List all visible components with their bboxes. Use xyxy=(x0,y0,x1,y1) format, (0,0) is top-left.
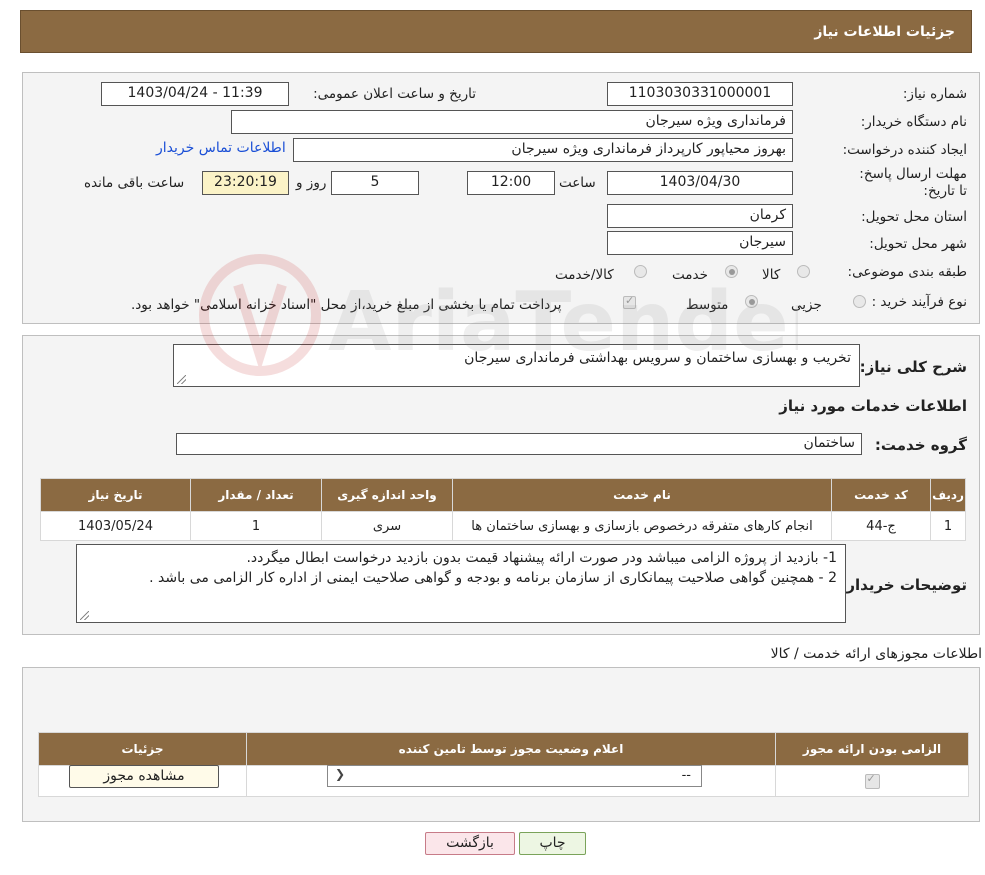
process-type-label: نوع فرآیند خرید : xyxy=(871,294,967,310)
category-option-both-label: کالا/خدمت xyxy=(555,267,614,283)
deadline-time-label: ساعت xyxy=(559,175,596,191)
category-option-goods-radio[interactable] xyxy=(797,265,810,278)
category-label: طبقه بندی موضوعی: xyxy=(847,264,967,280)
creator-label: ایجاد کننده درخواست: xyxy=(842,142,967,158)
buyer-note-line-1: 1- بازدید از پروژه الزامی میباشد ودر صور… xyxy=(246,550,837,566)
process-option-medium-label: متوسط xyxy=(686,297,729,313)
page-title: جزئیات اطلاعات نیاز xyxy=(814,24,955,40)
table-row: 1 ج-44 انجام کارهای متفرقه درخصوص بازساز… xyxy=(40,511,966,541)
col-service-code: کد خدمت xyxy=(831,478,931,512)
remaining-time-label: ساعت باقی مانده xyxy=(84,175,185,191)
cell-service-name: انجام کارهای متفرقه درخصوص بازسازی و بهس… xyxy=(452,511,832,541)
description-text: تخریب و بهسازی ساختمان و سرویس بهداشتی ف… xyxy=(464,350,851,366)
print-button[interactable]: چاپ xyxy=(519,832,586,855)
chevron-down-icon: ❯ xyxy=(335,767,346,781)
deadline-date-field: 1403/04/30 xyxy=(607,171,793,195)
deadline-time-field: 12:00 xyxy=(467,171,555,195)
deadline-label-text: مهلت ارسال پاسخ: تا تاریخ: xyxy=(859,166,967,199)
province-label: استان محل تحویل: xyxy=(861,209,967,225)
buyer-org-field: فرمانداری ویژه سیرجان xyxy=(231,110,793,134)
announce-date-field: 1403/04/24 - 11:39 xyxy=(101,82,289,106)
buyer-notes-label: توضیحات خریدار: xyxy=(840,576,967,594)
cell-unit: سری xyxy=(321,511,453,541)
process-option-minor-label: جزیی xyxy=(791,297,822,313)
city-field: سیرجان xyxy=(607,231,793,255)
description-textarea[interactable]: تخریب و بهسازی ساختمان و سرویس بهداشتی ف… xyxy=(173,344,860,387)
back-button[interactable]: بازگشت xyxy=(425,832,515,855)
days-label: روز و xyxy=(296,175,327,191)
cell-need-date: 1403/05/24 xyxy=(40,511,191,541)
province-field: کرمان xyxy=(607,204,793,228)
treasury-payment-checkbox[interactable] xyxy=(623,294,636,309)
payment-note: پرداخت تمام یا بخشی از مبلغ خرید،از محل … xyxy=(131,297,562,313)
description-label: شرح کلی نیاز: xyxy=(859,358,967,376)
licenses-table-header: الزامی بودن ارائه مجوز اعلام وضعیت مجوز … xyxy=(38,732,969,766)
category-option-goods-label: کالا xyxy=(762,267,781,283)
cell-license-required xyxy=(775,765,969,797)
process-option-minor-radio[interactable] xyxy=(853,295,866,308)
col-license-status: اعلام وضعیت مجوز توسط تامین کننده xyxy=(246,732,776,766)
services-table-header: ردیف کد خدمت نام خدمت واحد اندازه گیری ت… xyxy=(40,478,966,512)
col-need-date: تاریخ نیاز xyxy=(40,478,191,512)
city-label: شهر محل تحویل: xyxy=(869,236,967,252)
service-group-field: ساختمان xyxy=(176,433,862,455)
deadline-label: مهلت ارسال پاسخ: تا تاریخ: xyxy=(857,166,967,200)
category-option-service-radio[interactable] xyxy=(725,265,738,278)
buyer-note-line-2: 2 - همچنین گواهی صلاحیت پیمانکاری از ساز… xyxy=(149,570,837,586)
remaining-time-field: 23:20:19 xyxy=(202,171,289,195)
need-number-field: 1103030331000001 xyxy=(607,82,793,106)
announce-date-label: تاریخ و ساعت اعلان عمومی: xyxy=(313,86,476,102)
col-unit: واحد اندازه گیری xyxy=(321,478,453,512)
category-option-both-radio[interactable] xyxy=(634,265,647,278)
license-status-select[interactable]: ❯ -- xyxy=(327,765,702,787)
resize-handle-icon[interactable] xyxy=(177,375,186,384)
need-number-label: شماره نیاز: xyxy=(902,86,967,102)
cell-service-code: ج-44 xyxy=(831,511,931,541)
category-option-service-label: خدمت xyxy=(672,267,708,283)
page-header: جزئیات اطلاعات نیاز xyxy=(20,10,972,53)
services-section-title: اطلاعات خدمات مورد نیاز xyxy=(779,397,967,415)
view-license-button[interactable]: مشاهده مجوز xyxy=(69,765,219,788)
buyer-org-label: نام دستگاه خریدار: xyxy=(860,114,967,130)
license-required-checkbox[interactable] xyxy=(864,772,880,789)
licenses-section-title: اطلاعات مجوزهای ارائه خدمت / کالا xyxy=(770,646,982,662)
resize-handle-icon[interactable] xyxy=(80,611,89,620)
buyer-notes-textarea[interactable]: 1- بازدید از پروژه الزامی میباشد ودر صور… xyxy=(76,544,846,623)
creator-field: بهروز محیاپور کارپرداز فرمانداری ویژه سی… xyxy=(293,138,793,162)
col-service-name: نام خدمت xyxy=(452,478,832,512)
days-field: 5 xyxy=(331,171,419,195)
col-quantity: تعداد / مقدار xyxy=(190,478,322,512)
col-license-details: جزئیات xyxy=(38,732,247,766)
col-license-required: الزامی بودن ارائه مجوز xyxy=(775,732,969,766)
process-option-medium-radio[interactable] xyxy=(745,295,758,308)
cell-quantity: 1 xyxy=(190,511,322,541)
cell-row-number: 1 xyxy=(930,511,966,541)
license-status-value: -- xyxy=(681,768,691,783)
service-group-label: گروه خدمت: xyxy=(874,436,967,454)
services-table: ردیف کد خدمت نام خدمت واحد اندازه گیری ت… xyxy=(40,478,966,541)
col-row-number: ردیف xyxy=(930,478,966,512)
buyer-contact-link[interactable]: اطلاعات تماس خریدار xyxy=(156,140,286,156)
